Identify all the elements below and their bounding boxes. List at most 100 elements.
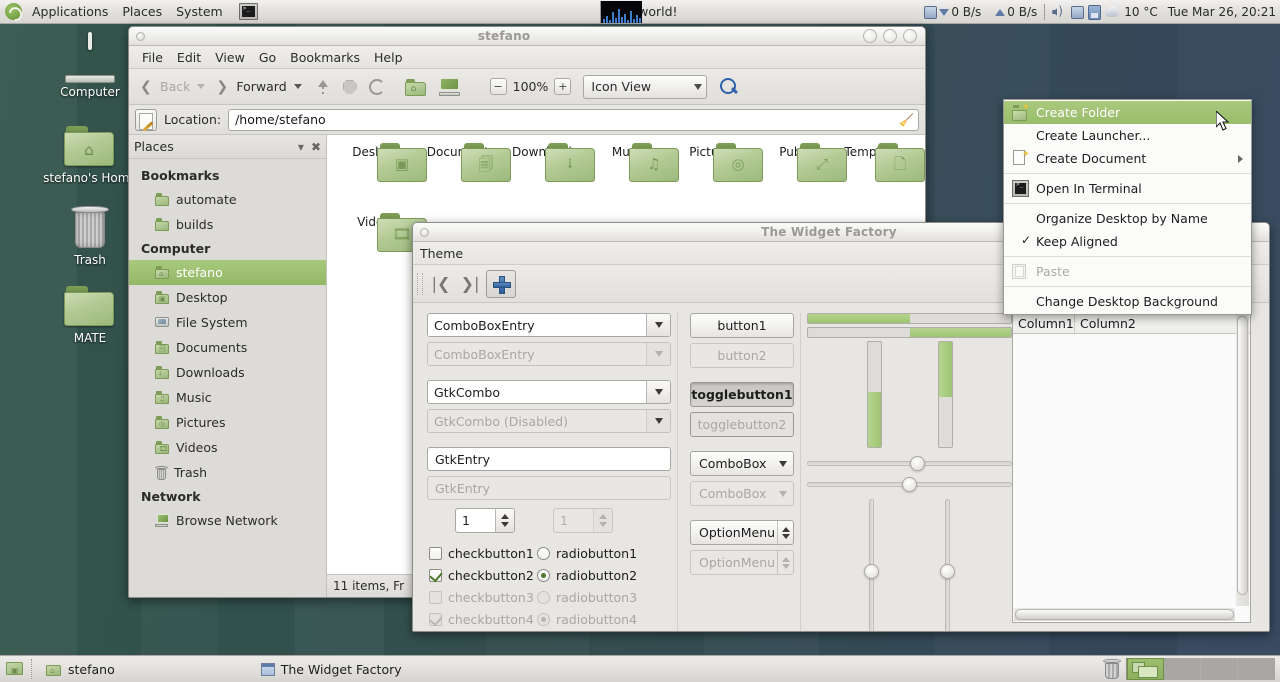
workspace-2[interactable] <box>1164 658 1201 680</box>
scale-horizontal-1[interactable] <box>807 454 1012 472</box>
sidebar-item-builds[interactable]: builds <box>129 212 326 237</box>
sidebar-item-downloads[interactable]: ⭭ Downloads <box>129 360 326 385</box>
menu-edit[interactable]: Edit <box>170 48 208 67</box>
system-monitor-applet[interactable] <box>600 1 642 23</box>
menu-file[interactable]: File <box>135 48 170 67</box>
sidebar-item-pictures[interactable]: ◎ Pictures <box>129 410 326 435</box>
sidebar-item-desktop[interactable]: ▣ Desktop <box>129 285 326 310</box>
file-item[interactable]: 🗋 Templates <box>833 143 917 159</box>
file-item[interactable]: ◎ Pictures <box>671 143 755 159</box>
column-header[interactable]: Column2 <box>1075 314 1250 333</box>
forward-button[interactable]: ❯ Forward <box>211 76 291 97</box>
file-item[interactable]: ♫ Music <box>587 143 671 159</box>
desktop-icon-trash[interactable]: Trash <box>42 206 138 267</box>
slider-handle[interactable] <box>910 456 925 471</box>
workspace-1[interactable] <box>1127 658 1164 680</box>
menu-go[interactable]: Go <box>252 48 283 67</box>
spin-button-1[interactable]: 1 <box>455 508 515 533</box>
scale-horizontal-2[interactable] <box>807 475 1012 493</box>
task-button-stefano[interactable]: ⌂ stefano <box>37 658 124 681</box>
file-item[interactable]: ▣ Desktop <box>335 143 419 159</box>
radio-icon[interactable] <box>537 547 550 560</box>
temperature-label[interactable]: 10 °C <box>1124 5 1157 19</box>
back-button[interactable]: ❮ Back <box>135 76 195 97</box>
radio-selected-icon[interactable] <box>537 569 550 582</box>
broom-icon[interactable]: 🧹 <box>899 113 914 127</box>
menu-item-create-document[interactable]: ✦ Create Document <box>1004 147 1251 170</box>
spinner-arrows[interactable] <box>777 521 793 544</box>
menu-item-organize-desktop-by-name[interactable]: Organize Desktop by Name <box>1004 207 1251 230</box>
sidebar-item-music[interactable]: ♫ Music <box>129 385 326 410</box>
checkbox-checked-icon[interactable] <box>429 569 442 582</box>
terminal-launcher-icon[interactable] <box>239 3 258 20</box>
up-button[interactable] <box>310 76 336 98</box>
menu-item-create-launcher[interactable]: Create Launcher... <box>1004 124 1251 147</box>
menu-places[interactable]: Places <box>115 1 169 23</box>
menu-view[interactable]: View <box>208 48 252 67</box>
column-header[interactable]: Column1 <box>1013 314 1075 333</box>
workspace-switcher[interactable] <box>1126 658 1275 680</box>
zoom-out-button[interactable]: − <box>490 78 507 95</box>
minimize-button[interactable] <box>863 29 877 43</box>
sidebar-item-browse-network[interactable]: Browse Network <box>129 508 326 533</box>
slider-handle[interactable] <box>940 564 955 579</box>
chevron-down-icon[interactable] <box>646 314 670 336</box>
home-button[interactable]: ⌂ <box>400 75 432 99</box>
sidebar-item-automate[interactable]: automate <box>129 187 326 212</box>
menu-system[interactable]: System <box>169 1 230 23</box>
add-button[interactable] <box>486 270 516 298</box>
network-upload-indicator[interactable]: 0 B/s <box>995 5 1037 19</box>
checkbox-icon[interactable] <box>429 547 442 560</box>
combo-box-entry-1[interactable]: ComboBoxEntry <box>427 313 671 337</box>
togglebutton1[interactable]: togglebutton1 <box>690 382 794 407</box>
network-download-indicator[interactable]: 0 B/s <box>924 5 981 19</box>
view-mode-select[interactable]: Icon View <box>583 75 707 99</box>
treeview-body[interactable] <box>1013 334 1250 622</box>
weather-icon[interactable] <box>1105 6 1120 19</box>
sidebar-item-stefano[interactable]: ⌂ stefano <box>129 260 326 285</box>
scale-vertical-2[interactable] <box>939 499 957 632</box>
close-icon[interactable]: ✖ <box>311 140 321 154</box>
menu-item-create-folder[interactable]: ✦ Create Folder <box>1004 101 1251 124</box>
mate-menu-icon[interactable] <box>5 3 22 20</box>
edit-location-icon[interactable] <box>135 109 157 131</box>
menu-applications[interactable]: Applications <box>25 1 115 23</box>
sidebar-item-videos[interactable]: 🎞 Videos <box>129 435 326 460</box>
treeview-horizontal-scrollbar[interactable] <box>1014 608 1235 621</box>
menu-theme[interactable]: Theme <box>420 246 463 261</box>
clock-label[interactable]: Tue Mar 26, 20:21 <box>1168 5 1276 19</box>
window-menu-icon[interactable] <box>420 228 429 237</box>
slider-handle[interactable] <box>864 564 879 579</box>
checkbutton2[interactable]: checkbutton2 <box>429 565 537 586</box>
sidebar-item-file-system[interactable]: File System <box>129 310 326 335</box>
checkbutton1[interactable]: checkbutton1 <box>429 543 537 564</box>
chevron-down-icon[interactable] <box>646 381 670 403</box>
text-entry-1[interactable]: GtkEntry <box>427 447 671 471</box>
back-history-chevron-down-icon[interactable] <box>197 84 205 89</box>
desktop-icon-mate[interactable]: MATE <box>42 286 138 345</box>
location-input[interactable]: /home/stefano 🧹 <box>228 109 919 131</box>
titlebar[interactable]: stefano <box>129 27 925 46</box>
menu-item-open-in-terminal[interactable]: Open In Terminal <box>1004 177 1251 200</box>
task-button-widget-factory[interactable]: The Widget Factory <box>252 658 411 681</box>
network-manager-icon[interactable] <box>1071 6 1084 19</box>
spinner-arrows[interactable] <box>495 509 514 532</box>
workspace-4[interactable] <box>1238 658 1275 680</box>
sidebar-item-trash[interactable]: Trash <box>129 460 326 485</box>
menu-help[interactable]: Help <box>367 48 410 67</box>
treeview[interactable]: Column1 Column2 <box>1012 313 1251 623</box>
reload-button[interactable] <box>364 76 390 98</box>
toolbar-grip[interactable] <box>417 273 423 295</box>
trash-icon[interactable] <box>1103 659 1121 679</box>
volume-icon[interactable] <box>1052 5 1067 19</box>
scale-vertical-1[interactable] <box>863 499 881 632</box>
search-icon[interactable] <box>719 77 739 97</box>
gtk-combo-value[interactable]: GtkCombo <box>428 381 646 403</box>
workspace-3[interactable] <box>1201 658 1238 680</box>
combobox1[interactable]: ComboBox <box>690 451 794 476</box>
close-button[interactable] <box>903 29 917 43</box>
desktop-icon-computer[interactable]: Computer <box>42 34 138 99</box>
treeview-vertical-scrollbar[interactable] <box>1236 315 1249 606</box>
battery-icon[interactable] <box>1088 5 1101 20</box>
file-item[interactable]: 🗐 Documents <box>419 143 503 159</box>
